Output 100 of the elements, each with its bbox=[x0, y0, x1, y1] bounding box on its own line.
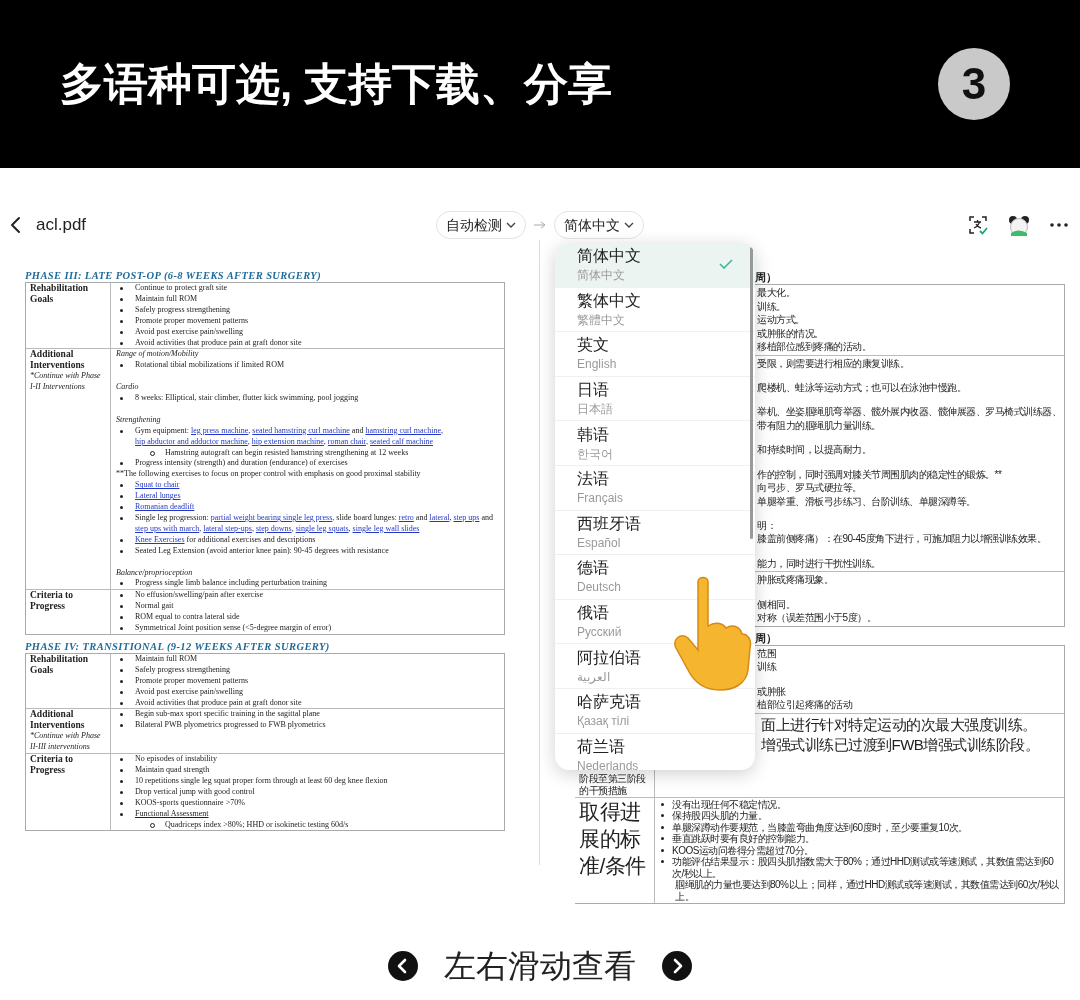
language-name: 西班牙语 bbox=[577, 513, 642, 534]
link[interactable]: retro bbox=[398, 513, 414, 522]
text-line: 运动方式。 bbox=[757, 313, 806, 327]
language-dropdown[interactable]: 简体中文 bbox=[554, 211, 644, 239]
list-item-text: 功能评估结果显示：股四头肌指数需大于80%；通过HHD测试或等速测试，其数值需达到60次/秒以上。 bbox=[672, 856, 1055, 879]
link[interactable]: step ups bbox=[453, 513, 480, 522]
text-line: 爬楼机、蛙泳等运动方式；也可以在泳池中慢跑。 bbox=[757, 380, 967, 395]
list-item-text: Safely progress strengthening bbox=[135, 664, 231, 676]
list-item-text: Bilateral PWB plyometrics progressed to FWB plyometrics bbox=[135, 720, 326, 732]
bullet-icon bbox=[120, 506, 123, 510]
native-name: Español bbox=[577, 534, 622, 551]
bullet-icon bbox=[120, 330, 123, 334]
language-name: 繁体中文 bbox=[577, 290, 642, 311]
list-item-text: Progress intensity (strength) and duration (endurance) of exercises bbox=[135, 458, 348, 470]
bullet-icon bbox=[120, 790, 123, 794]
language-option[interactable]: 荷兰语 Nederlands bbox=[555, 733, 755, 770]
native-name: 日本語 bbox=[577, 401, 614, 418]
subheading: Strengthening bbox=[116, 414, 162, 426]
language-name: 俄语 bbox=[577, 603, 610, 624]
text-line: 带有阻力的腘绳肌力量训练。 bbox=[757, 418, 882, 433]
list-item-text: Begin sub-max sport specific training in the sagittal plane bbox=[135, 709, 320, 721]
section-heading: 周） bbox=[755, 631, 776, 644]
next-button[interactable] bbox=[662, 951, 692, 981]
native-name: Français bbox=[577, 490, 624, 507]
list-item-text: Avoid post exercise pain/swelling bbox=[135, 326, 244, 338]
text-line: 侧相同。 bbox=[757, 597, 796, 612]
list-item-text: Promote proper movement patterns bbox=[135, 315, 249, 327]
bullet-icon bbox=[120, 287, 123, 290]
back-icon bbox=[10, 216, 22, 234]
list-item-text: Promote proper movement patterns bbox=[135, 675, 249, 687]
bullet-icon bbox=[120, 538, 123, 542]
row-label: Rehabilitation Goals bbox=[30, 283, 90, 305]
check-icon bbox=[719, 259, 733, 270]
language-dropdown[interactable]: 自动检测 bbox=[436, 211, 526, 239]
row-note: *Continue with Phase I-II Interventions bbox=[30, 371, 102, 394]
text-line: 或肿胀 bbox=[757, 684, 787, 699]
text-line: 训练 bbox=[757, 660, 778, 674]
text-line: 作的控制，同时强调对膝关节周围肌肉的稳定性的锻炼。** bbox=[757, 467, 1003, 482]
step-number: 3 bbox=[938, 48, 1010, 120]
avatar-button[interactable] bbox=[1008, 214, 1030, 236]
arrow-right-icon bbox=[534, 221, 546, 229]
language-name: 哈萨克语 bbox=[577, 692, 642, 713]
scroll-thumb[interactable] bbox=[750, 247, 753, 539]
list-item-text: No effusion/swelling/pain after exercise bbox=[135, 590, 264, 602]
list-item-text: Quadriceps index >80%; HHD or isokinetic testing 60d/s bbox=[165, 819, 349, 831]
link[interactable]: seated hamstring curl machine bbox=[252, 425, 350, 435]
text-line: 肿胀或疼痛现象。 bbox=[757, 573, 834, 587]
bullet-icon bbox=[120, 495, 123, 499]
subheading: Cardio bbox=[116, 382, 140, 394]
chevron-down-icon bbox=[624, 222, 634, 228]
link[interactable]: Lateral lunges bbox=[135, 491, 181, 501]
link[interactable]: hamstring curl machine bbox=[365, 425, 441, 435]
list-item-text: 没有出现任何不稳定情况。 bbox=[672, 798, 786, 810]
link[interactable]: single leg wall slides bbox=[352, 523, 420, 533]
link[interactable]: Knee Exercises bbox=[135, 534, 185, 544]
list-item-text: 保持股四头肌的力量。 bbox=[672, 810, 767, 822]
language-option[interactable]: 简体中文 简体中文 bbox=[555, 243, 755, 288]
language-name: 德语 bbox=[577, 558, 610, 579]
bullet-icon bbox=[120, 605, 123, 609]
list-item-text: KOOS运动问卷得分需超过70分。 bbox=[672, 844, 814, 856]
bullet-icon bbox=[120, 549, 123, 553]
bullet-icon bbox=[120, 690, 123, 694]
list-item-text: Maintain quad strength bbox=[135, 765, 210, 776]
text-line: 受限，则需要进行相应的康复训练。 bbox=[757, 356, 910, 370]
text-line: 增强式训练已过渡到FWB增强式训练阶段。 bbox=[760, 734, 1041, 755]
list-item-text: Continue to protect graft site bbox=[135, 283, 227, 294]
translate-button[interactable] bbox=[968, 215, 988, 235]
list-item-text: 8 weeks: Elliptical, stair climber, flutter kick swimming, pool jogging bbox=[135, 393, 359, 404]
link[interactable]: roman chair bbox=[327, 436, 366, 446]
bullet-icon bbox=[661, 848, 664, 852]
row-label: Criteria to Progress bbox=[30, 754, 74, 776]
link[interactable]: Romanian deadlift bbox=[135, 502, 195, 512]
row-label: 取得进展的标准/条件 bbox=[579, 798, 647, 879]
text-line: 训练。 bbox=[757, 299, 787, 313]
link[interactable]: seated calf machine bbox=[369, 436, 434, 446]
bullet-icon bbox=[120, 779, 123, 783]
bullet-icon bbox=[661, 814, 664, 818]
native-name: العربية bbox=[577, 668, 611, 685]
link[interactable]: Squat to chair bbox=[135, 480, 180, 490]
more-button[interactable] bbox=[1050, 223, 1068, 227]
text-line: 或肿胀的情况。 bbox=[757, 326, 825, 340]
bullet-icon bbox=[120, 397, 123, 401]
text-line: 明： bbox=[757, 518, 777, 533]
bullet-icon bbox=[120, 657, 123, 661]
list-item-text: Maintain full ROM bbox=[135, 653, 198, 665]
list-item-text: No episodes of instability bbox=[135, 754, 217, 765]
text-line: 植部位引起疼痛的活动 bbox=[757, 698, 854, 712]
back-button[interactable] bbox=[10, 216, 22, 234]
section-heading: PHASE IV: TRANSITIONAL (9-12 WEEKS AFTER SURGERY) bbox=[25, 640, 331, 653]
list-item-text: Symmetrical Joint position sense (<5-degree margin of error) bbox=[135, 623, 332, 634]
underlined-text: Functional Assessment bbox=[135, 808, 209, 818]
link[interactable]: lateral step-ups bbox=[203, 523, 252, 533]
native-name: 繁體中文 bbox=[577, 311, 626, 328]
text-line: 能力，同时进行干扰性训练。 bbox=[757, 556, 882, 571]
list-item-text: Hamstring autograft can begin resisted hamstring strengthening at 12 weeks bbox=[165, 447, 409, 459]
native-name: Nederlands bbox=[577, 757, 640, 770]
native-name: Deutsch bbox=[577, 579, 623, 596]
bullet-icon bbox=[120, 627, 123, 631]
previous-button[interactable] bbox=[388, 951, 418, 981]
banner-title: 多语种可选, 支持下载、分享 bbox=[60, 58, 613, 110]
